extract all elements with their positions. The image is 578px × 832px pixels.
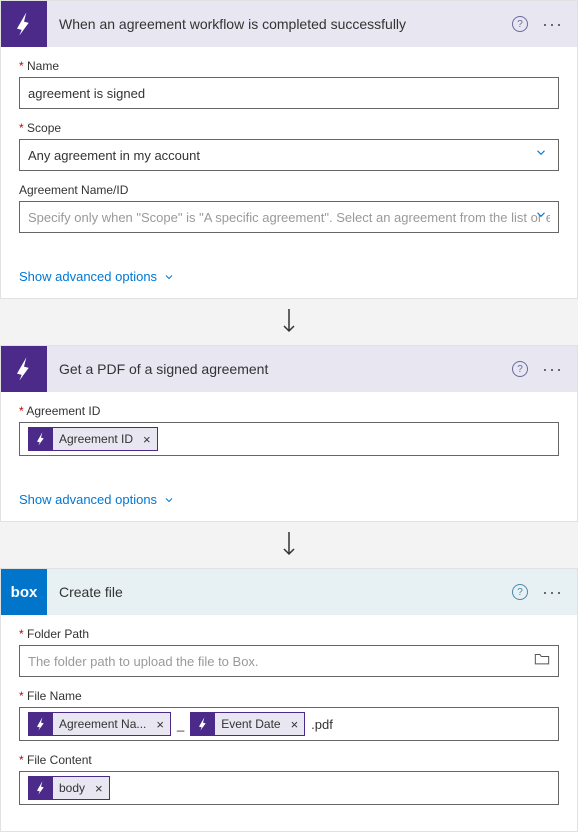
help-icon[interactable]: ? (512, 584, 528, 600)
card-header: Get a PDF of a signed agreement ? ··· (1, 346, 577, 392)
scope-input[interactable] (28, 148, 550, 163)
card-title: Get a PDF of a signed agreement (47, 361, 512, 377)
chevron-down-icon (163, 271, 175, 283)
more-icon[interactable]: ··· (542, 583, 563, 601)
folder-path-input-wrap[interactable] (19, 645, 559, 677)
field-agreement: Agreement Name/ID (19, 183, 559, 233)
card-actions: ? ··· (512, 15, 577, 33)
more-icon[interactable]: ··· (542, 15, 563, 33)
adobe-sign-icon (29, 427, 53, 451)
show-advanced-link[interactable]: Show advanced options (1, 259, 577, 298)
agreement-input[interactable] (28, 210, 550, 225)
scope-label: Scope (19, 121, 559, 135)
token-label: body (59, 781, 89, 795)
field-file-name: File Name Agreement Na... × _ Event Date… (19, 689, 559, 741)
field-agreement-id: Agreement ID Agreement ID × (19, 404, 559, 456)
agreement-id-label: Agreement ID (19, 404, 559, 418)
card-title: Create file (47, 584, 512, 600)
card-actions: ? ··· (512, 360, 577, 378)
agreement-id-input[interactable]: Agreement ID × (19, 422, 559, 456)
card-body: Name Scope Agreement Name/ID (1, 47, 577, 259)
name-input[interactable] (28, 86, 550, 101)
card-header: When an agreement workflow is completed … (1, 1, 577, 47)
chevron-down-icon (163, 494, 175, 506)
field-name: Name (19, 59, 559, 109)
token-label: Agreement ID (59, 432, 137, 446)
token-remove-icon[interactable]: × (285, 717, 305, 732)
adobe-sign-icon (1, 1, 47, 47)
help-icon[interactable]: ? (512, 16, 528, 32)
folder-path-input[interactable] (28, 654, 526, 669)
adobe-sign-icon (29, 776, 53, 800)
token-label: Agreement Na... (59, 717, 150, 731)
card-body: Folder Path File Name Agreement Na... × … (1, 615, 577, 831)
token-remove-icon[interactable]: × (137, 432, 157, 447)
field-scope: Scope (19, 121, 559, 171)
name-input-wrap[interactable] (19, 77, 559, 109)
folder-path-label: Folder Path (19, 627, 559, 641)
folder-picker-icon[interactable] (534, 652, 550, 671)
show-advanced-link[interactable]: Show advanced options (1, 482, 577, 521)
text-fragment: _ (175, 717, 186, 732)
advanced-label: Show advanced options (19, 492, 157, 507)
flow-arrow (0, 522, 578, 568)
file-content-label: File Content (19, 753, 559, 767)
action-card-pdf: Get a PDF of a signed agreement ? ··· Ag… (0, 345, 578, 522)
token-remove-icon[interactable]: × (150, 717, 170, 732)
more-icon[interactable]: ··· (542, 360, 563, 378)
agreement-select[interactable] (19, 201, 559, 233)
action-card-box: box Create file ? ··· Folder Path File N… (0, 568, 578, 832)
card-body: Agreement ID Agreement ID × (1, 392, 577, 482)
token-event-date[interactable]: Event Date × (190, 712, 305, 736)
file-name-label: File Name (19, 689, 559, 703)
token-label: Event Date (221, 717, 284, 731)
card-header: box Create file ? ··· (1, 569, 577, 615)
field-file-content: File Content body × (19, 753, 559, 805)
name-label: Name (19, 59, 559, 73)
token-remove-icon[interactable]: × (89, 781, 109, 796)
card-actions: ? ··· (512, 583, 577, 601)
file-name-input[interactable]: Agreement Na... × _ Event Date × .pdf (19, 707, 559, 741)
file-content-input[interactable]: body × (19, 771, 559, 805)
field-folder-path: Folder Path (19, 627, 559, 677)
box-icon: box (1, 569, 47, 615)
agreement-label: Agreement Name/ID (19, 183, 559, 197)
text-fragment: .pdf (309, 717, 335, 732)
trigger-card: When an agreement workflow is completed … (0, 0, 578, 299)
card-title: When an agreement workflow is completed … (47, 16, 512, 32)
box-logo-text: box (11, 584, 38, 601)
scope-select[interactable] (19, 139, 559, 171)
token-body[interactable]: body × (28, 776, 110, 800)
adobe-sign-icon (1, 346, 47, 392)
advanced-label: Show advanced options (19, 269, 157, 284)
flow-arrow (0, 299, 578, 345)
help-icon[interactable]: ? (512, 361, 528, 377)
token-agreement-name[interactable]: Agreement Na... × (28, 712, 171, 736)
token-agreement-id[interactable]: Agreement ID × (28, 427, 158, 451)
adobe-sign-icon (29, 712, 53, 736)
adobe-sign-icon (191, 712, 215, 736)
